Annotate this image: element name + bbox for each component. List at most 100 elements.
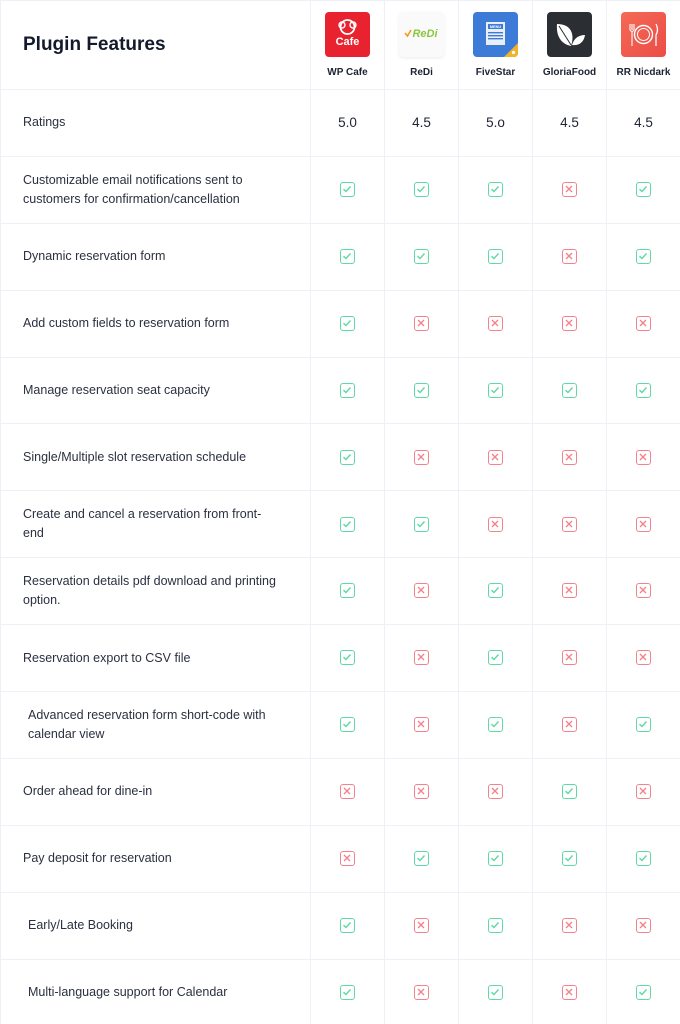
rating-value: 5.0: [310, 89, 385, 157]
support-cell-wp-cafe: [310, 757, 385, 826]
support-cell-redi: [384, 356, 459, 425]
plugin-header-wp-cafe: Cafe WP Cafe: [310, 0, 385, 90]
support-cell-rr-nicdark: [606, 490, 680, 559]
support-cell-rr-nicdark: [606, 423, 680, 492]
support-cell-rr-nicdark: [606, 958, 680, 1024]
support-cell-gloriafood: [532, 289, 607, 358]
wp-cafe-logo-text: Cafe: [336, 36, 360, 48]
support-cell-rr-nicdark: [606, 757, 680, 826]
support-cell-wp-cafe: [310, 423, 385, 492]
cross-icon: [488, 449, 503, 465]
support-cell-gloriafood: [532, 757, 607, 826]
cross-icon: [414, 315, 429, 331]
support-cell-wp-cafe: [310, 824, 385, 893]
feature-row: Add custom fields to reservation form: [0, 289, 680, 358]
cross-icon: [562, 717, 577, 733]
feature-row: Manage reservation seat capacity: [0, 356, 680, 425]
check-icon: [488, 248, 503, 264]
cross-icon: [414, 917, 429, 933]
cross-icon: [414, 583, 429, 599]
redi-logo-text: ReDi: [412, 28, 438, 40]
support-cell-gloriafood: [532, 356, 607, 425]
cross-icon: [562, 248, 577, 264]
cross-icon: [636, 516, 651, 532]
cross-icon: [562, 315, 577, 331]
check-icon: [562, 851, 577, 866]
check-icon: [340, 248, 355, 264]
feature-label: Early/Late Booking: [0, 891, 311, 960]
cross-icon: [340, 851, 355, 866]
check-icon: [340, 449, 355, 465]
check-icon: [488, 382, 503, 398]
plugin-name: ReDi: [410, 67, 433, 78]
support-cell-wp-cafe: [310, 891, 385, 960]
cross-icon: [636, 650, 651, 666]
support-cell-gloriafood: [532, 557, 607, 626]
cross-icon: [636, 449, 651, 465]
cross-icon: [488, 784, 503, 800]
check-icon: [340, 717, 355, 733]
support-cell-fivestar: [458, 289, 533, 358]
feature-label: Order ahead for dine-in: [0, 757, 311, 826]
support-cell-redi: [384, 155, 459, 224]
support-cell-redi: [384, 891, 459, 960]
support-cell-gloriafood: [532, 423, 607, 492]
support-cell-redi: [384, 423, 459, 492]
check-icon: [340, 984, 355, 1000]
support-cell-rr-nicdark: [606, 824, 680, 893]
feature-label: Advanced reservation form short-code wit…: [0, 691, 311, 759]
cross-icon: [414, 650, 429, 666]
support-cell-gloriafood: [532, 891, 607, 960]
feature-label: Create and cancel a reservation from fro…: [0, 490, 311, 559]
support-cell-fivestar: [458, 423, 533, 492]
feature-row: Create and cancel a reservation from fro…: [0, 490, 680, 559]
fivestar-logo-text: MENU: [490, 25, 501, 29]
redi-logo-icon: ReDi: [399, 12, 444, 57]
check-icon: [340, 650, 355, 666]
support-cell-wp-cafe: [310, 222, 385, 291]
cross-icon: [562, 583, 577, 599]
plugin-name: FiveStar: [475, 67, 516, 78]
feature-label: Manage reservation seat capacity: [0, 356, 311, 425]
check-icon: [414, 516, 429, 532]
feature-row: Reservation details pdf download and pri…: [0, 557, 680, 626]
feature-label: Dynamic reservation form: [0, 222, 311, 291]
plugin-header-gloriafood: GloriaFood: [532, 0, 607, 90]
feature-row: Multi-language support for Calendar: [0, 958, 680, 1024]
support-cell-redi: [384, 289, 459, 358]
feature-row: Early/Late Booking: [0, 891, 680, 960]
support-cell-gloriafood: [532, 490, 607, 559]
check-icon: [414, 382, 429, 398]
wp-cafe-logo-icon: Cafe: [325, 12, 370, 57]
cross-icon: [562, 917, 577, 933]
feature-row: Reservation export to CSV file: [0, 624, 680, 693]
feature-label: Add custom fields to reservation form: [0, 289, 311, 358]
check-icon: [636, 717, 651, 733]
support-cell-fivestar: [458, 824, 533, 893]
page-title: Plugin Features: [0, 0, 311, 90]
plugin-header-redi: ReDi ReDi: [384, 0, 459, 90]
support-cell-rr-nicdark: [606, 891, 680, 960]
support-cell-fivestar: [458, 222, 533, 291]
support-cell-wp-cafe: [310, 490, 385, 559]
plugin-header-fivestar: MENU FiveStar: [458, 0, 533, 90]
check-icon: [636, 248, 651, 264]
support-cell-rr-nicdark: [606, 155, 680, 224]
support-cell-redi: [384, 557, 459, 626]
feature-row: Customizable email notifications sent to…: [0, 155, 680, 224]
support-cell-wp-cafe: [310, 155, 385, 224]
cross-icon: [488, 516, 503, 532]
check-icon: [488, 917, 503, 933]
ratings-label: Ratings: [0, 89, 311, 157]
support-cell-fivestar: [458, 891, 533, 960]
support-cell-fivestar: [458, 155, 533, 224]
cross-icon: [636, 917, 651, 933]
gloriafood-leaf-logo-icon: [547, 12, 592, 57]
check-icon: [414, 182, 429, 198]
check-icon: [488, 717, 503, 733]
support-cell-gloriafood: [532, 624, 607, 693]
check-icon: [340, 315, 355, 331]
support-cell-wp-cafe: [310, 691, 385, 759]
check-icon: [562, 382, 577, 398]
feature-label: Reservation details pdf download and pri…: [0, 557, 311, 626]
